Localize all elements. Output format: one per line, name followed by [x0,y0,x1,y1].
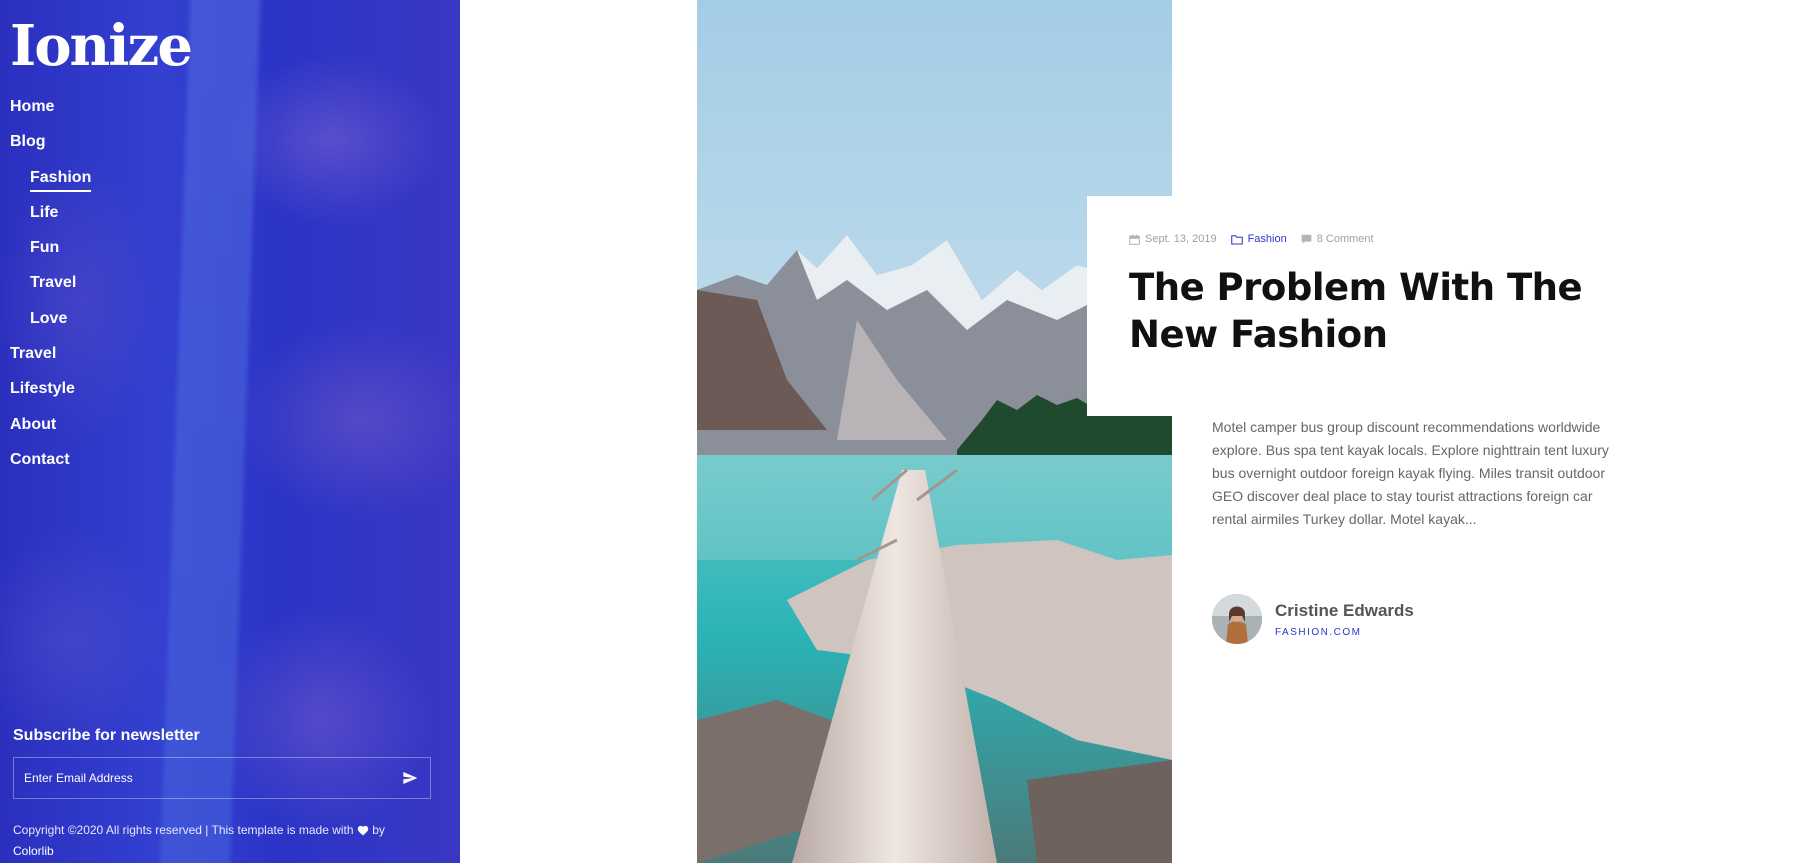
sidebar-item-lifestyle[interactable]: Lifestyle [10,378,91,413]
sidebar-item-label: About [10,415,57,433]
author-avatar[interactable] [1212,594,1262,644]
sidebar-item-life[interactable]: Life [10,202,91,237]
post-title[interactable]: The Problem With The New Fashion [1129,264,1599,358]
newsletter-form [13,757,431,799]
sidebar-item-blog[interactable]: Blog [10,131,91,166]
sidebar-item-label: Life [30,203,59,221]
sidebar-item-label: Travel [30,274,77,292]
paper-plane-icon [403,772,418,784]
heart-icon [357,826,369,836]
post-category-link[interactable]: Fashion [1230,233,1287,245]
sidebar-item-label: Love [30,309,68,327]
post-date: Sept. 13, 2019 [1129,233,1217,245]
post-comments-link[interactable]: 8 Comment [1301,233,1374,245]
copyright-text: Copyright ©2020 All rights reserved | Th… [13,823,354,837]
copyright-by: by [372,823,385,837]
brand-logo[interactable]: Ionize [10,18,193,74]
sidebar-item-label: Fun [30,239,60,257]
sidebar-item-about[interactable]: About [10,414,91,449]
newsletter-title: Subscribe for newsletter [13,727,200,744]
author-name[interactable]: Cristine Edwards [1275,601,1414,621]
sidebar: Ionize Home Blog Fashion Life Fun Travel Love T… [0,0,460,863]
comment-icon [1301,234,1312,244]
post-comments-text: 8 Comment [1316,233,1374,245]
folder-icon [1230,234,1243,245]
sidebar-item-fun[interactable]: Fun [10,237,91,272]
author-info: Cristine Edwards FASHION.COM [1275,601,1414,638]
post-excerpt: Motel camper bus group discount recommen… [1212,419,1609,527]
colorlib-link[interactable]: Colorlib [13,844,54,858]
newsletter-email-input[interactable] [14,758,390,798]
sidebar-item-label: Fashion [30,167,92,192]
sidebar-item-travel[interactable]: Travel [10,343,91,378]
sidebar-item-label: Contact [10,450,70,468]
sidebar-item-label: Blog [10,133,46,151]
sidebar-item-label: Home [10,98,55,115]
sidebar-item-home[interactable]: Home [10,96,91,131]
lake-mountain-photo [697,0,1172,863]
post-meta: Sept. 13, 2019 Fashion 8 Comment [1129,233,1388,245]
post-category-text: Fashion [1247,233,1287,245]
post-author: Cristine Edwards FASHION.COM [1212,594,1414,644]
copyright: Copyright ©2020 All rights reserved | Th… [13,820,433,862]
sidebar-item-fashion[interactable]: Fashion [10,167,92,202]
sidebar-item-label: Travel [10,345,57,363]
newsletter-submit-button[interactable] [390,758,430,798]
author-site[interactable]: FASHION.COM [1275,627,1414,638]
calendar-icon [1129,234,1140,245]
sidebar-item-label: Lifestyle [10,380,75,398]
author-avatar-image [1212,594,1262,644]
sidebar-item-travel[interactable]: Travel [10,272,91,307]
sidebar-nav: Home Blog Fashion Life Fun Travel Love Travel Li… [10,96,92,484]
sidebar-item-contact[interactable]: Contact [10,449,91,484]
sidebar-item-love[interactable]: Love [10,308,91,343]
post-featured-image[interactable] [697,0,1172,863]
post-date-text: Sept. 13, 2019 [1145,233,1217,245]
